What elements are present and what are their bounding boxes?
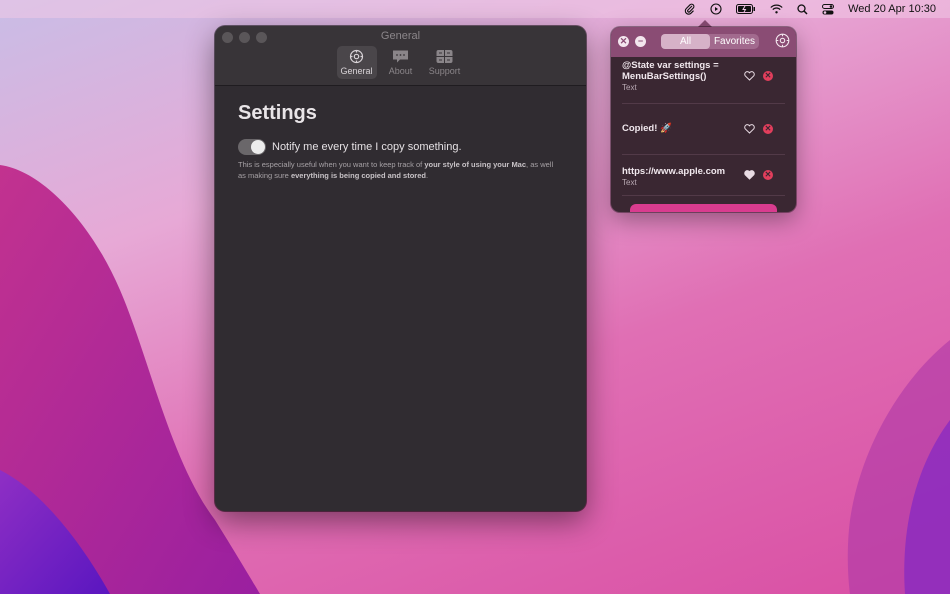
tab-support-label: Support [428,66,461,76]
delete-item-icon[interactable]: ✕ [763,71,773,81]
clipboard-item[interactable]: @State var settings = MenuBarSettings() … [622,57,785,104]
notify-description: This is especially useful when you want … [238,160,563,181]
settings-content: Settings Notify me every time I copy som… [215,86,586,197]
menu-bar: Wed 20 Apr 10:30 [0,0,950,18]
tab-general[interactable]: General [336,46,377,79]
settings-gear-icon[interactable] [775,33,790,48]
notify-toggle[interactable] [238,139,266,155]
description-text-3: . [425,170,429,180]
clipboard-item-title: @State var settings = MenuBarSettings() [622,60,719,82]
popover-arrow [698,20,712,27]
settings-window: General General About Support Settings N… [215,26,586,511]
segment-all[interactable]: All [661,34,710,49]
window-toolbar: General General About Support [215,26,586,86]
tab-support[interactable]: Support [425,46,465,79]
delete-item-icon[interactable]: ✕ [763,124,773,134]
notify-toggle-label: Notify me every time I copy something. [272,141,462,153]
search-icon[interactable] [797,0,808,18]
notify-setting-row: Notify me every time I copy something. [238,139,563,155]
clipboard-item-title: https://www.apple.com [622,166,726,177]
popover-header: ✕ − All Favorites [611,27,796,57]
battery-icon[interactable] [736,0,756,18]
gear-icon [349,49,364,64]
favorite-heart-filled-icon[interactable] [744,170,755,180]
description-bold-1: your style of using your Mac [424,160,527,169]
tab-about[interactable]: About [381,46,421,79]
window-title: General [380,30,421,42]
minus-icon[interactable]: − [635,36,646,47]
favorite-heart-icon[interactable] [744,71,755,81]
clipboard-item-title: Copied! 🚀 [622,123,672,134]
filter-segmented-control: All Favorites [661,34,759,49]
toggle-knob [251,140,265,154]
control-center-icon[interactable] [822,0,835,18]
favorite-heart-icon[interactable] [744,124,755,134]
description-bold-2: everything is being copied and stored [290,170,426,180]
tab-about-label: About [388,66,413,76]
description-text-1: This is especially useful when you want … [238,160,425,169]
menu-bar-clock[interactable]: Wed 20 Apr 10:30 [848,3,936,15]
clipboard-item-type: Text [622,178,637,187]
clipboard-item-type: Text [622,83,637,92]
delete-item-icon[interactable]: ✕ [763,170,773,180]
speech-bubble-icon [393,50,408,63]
tab-general-label: General [340,66,373,76]
accent-action-bar[interactable] [630,204,777,212]
preference-tabs: General About Support [215,46,586,79]
clipboard-item[interactable]: Copied! 🚀 ✕ [622,104,785,155]
close-popover-icon[interactable]: ✕ [618,36,629,47]
grid-card-icon [436,50,453,63]
clipboard-popover: ✕ − All Favorites @State var settings = … [611,27,796,212]
segment-favorites[interactable]: Favorites [710,34,759,49]
page-title: Settings [238,102,317,124]
play-circle-icon[interactable] [710,0,722,18]
paperclip-icon[interactable] [684,0,696,18]
clipboard-item[interactable]: https://www.apple.com Text ✕ [622,155,785,196]
wifi-icon[interactable] [770,0,783,18]
